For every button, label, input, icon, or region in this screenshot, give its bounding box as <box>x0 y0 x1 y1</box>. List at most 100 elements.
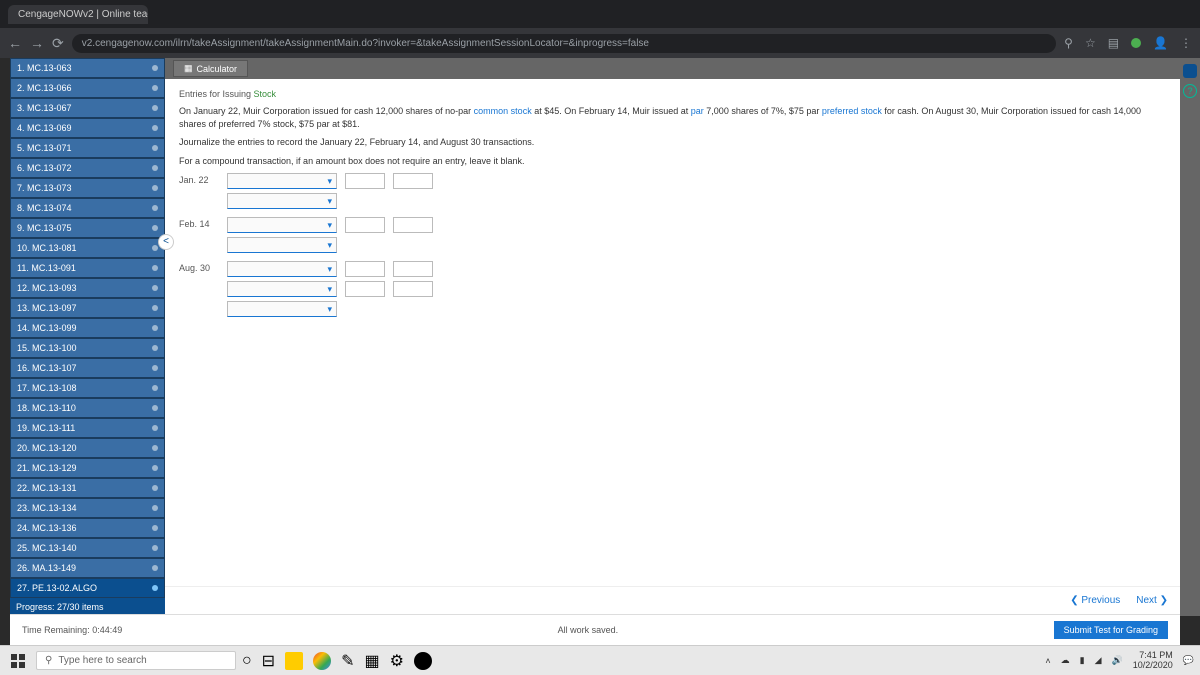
account-dropdown[interactable]: ▾ <box>227 217 337 233</box>
account-dropdown[interactable]: ▾ <box>227 301 337 317</box>
notifications-icon[interactable]: 💬 <box>1183 655 1194 666</box>
extension-icon[interactable]: ▤ <box>1108 36 1119 50</box>
sidebar-item[interactable]: 22. MC.13-131 <box>10 478 165 498</box>
sidebar-item[interactable]: 1. MC.13-063 <box>10 58 165 78</box>
status-dot-icon <box>152 465 158 471</box>
debit-input[interactable] <box>345 281 385 297</box>
status-bar: Time Remaining: 0:44:49 All work saved. … <box>10 614 1180 645</box>
term-par[interactable]: par <box>691 106 704 116</box>
time-remaining: Time Remaining: 0:44:49 <box>22 625 122 635</box>
account-dropdown[interactable]: ▾ <box>227 261 337 277</box>
credit-input[interactable] <box>393 261 433 277</box>
back-button[interactable]: ← <box>8 35 22 51</box>
sidebar-item[interactable]: 9. MC.13-075 <box>10 218 165 238</box>
account-dropdown[interactable]: ▾ <box>227 193 337 209</box>
sidebar-item[interactable]: 12. MC.13-093 <box>10 278 165 298</box>
battery-icon[interactable]: ▮ <box>1080 655 1085 666</box>
steam-icon[interactable] <box>414 652 432 670</box>
sidebar-item-label: 24. MC.13-136 <box>17 523 77 533</box>
reload-button[interactable]: ⟳ <box>52 35 64 52</box>
paragraph-3: For a compound transaction, if an amount… <box>179 155 1166 168</box>
app-icon[interactable]: ✎ <box>341 651 354 671</box>
submit-test-button[interactable]: Submit Test for Grading <box>1054 621 1168 639</box>
previous-button[interactable]: ❮ Previous <box>1070 595 1120 606</box>
sidebar-item[interactable]: 11. MC.13-091 <box>10 258 165 278</box>
account-dropdown[interactable]: ▾ <box>227 281 337 297</box>
onedrive-icon[interactable]: ☁ <box>1061 655 1070 666</box>
sidebar-item[interactable]: 20. MC.13-120 <box>10 438 165 458</box>
star-icon[interactable]: ☆ <box>1085 36 1096 50</box>
help-icon[interactable]: ? <box>1183 84 1197 98</box>
journal-row-feb14: Feb. 14 ▾ ▾ <box>179 217 1166 253</box>
sidebar-item[interactable]: 13. MC.13-097 <box>10 298 165 318</box>
pager: ❮ Previous Next ❯ <box>165 586 1180 614</box>
chevron-down-icon: ▾ <box>327 196 332 207</box>
sidebar-item[interactable]: 10. MC.13-081 <box>10 238 165 258</box>
start-button[interactable] <box>6 649 30 673</box>
credit-input[interactable] <box>393 281 433 297</box>
app-icon[interactable]: ▦ <box>364 651 379 671</box>
term-common-stock[interactable]: common stock <box>474 106 532 116</box>
sidebar-item[interactable]: 24. MC.13-136 <box>10 518 165 538</box>
sidebar-item[interactable]: 17. MC.13-108 <box>10 378 165 398</box>
url-input[interactable]: v2.cengagenow.com/ilrn/takeAssignment/ta… <box>72 34 1056 53</box>
sidebar-item[interactable]: 25. MC.13-140 <box>10 538 165 558</box>
credit-input[interactable] <box>393 217 433 233</box>
sidebar-item[interactable]: 16. MC.13-107 <box>10 358 165 378</box>
sidebar-item[interactable]: 4. MC.13-069 <box>10 118 165 138</box>
chrome-icon[interactable] <box>313 652 331 670</box>
sidebar-item[interactable]: 27. PE.13-02.ALGO <box>10 578 165 598</box>
sidebar-item[interactable]: 7. MC.13-073 <box>10 178 165 198</box>
credit-input[interactable] <box>393 173 433 189</box>
term-preferred-stock[interactable]: preferred stock <box>822 106 882 116</box>
sidebar-item[interactable]: 2. MC.13-066 <box>10 78 165 98</box>
account-dropdown[interactable]: ▾ <box>227 237 337 253</box>
tray-chevron-icon[interactable]: ˄ <box>1045 656 1050 666</box>
sidebar-item-label: 19. MC.13-111 <box>17 423 75 433</box>
term-stock[interactable]: Stock <box>254 89 277 99</box>
sidebar-item-label: 15. MC.13-100 <box>17 343 77 353</box>
next-button[interactable]: Next ❯ <box>1136 595 1168 606</box>
account-dropdown[interactable]: ▾ <box>227 173 337 189</box>
collapse-sidebar-button[interactable]: < <box>158 234 174 250</box>
system-clock[interactable]: 7:41 PM 10/2/2020 <box>1133 651 1173 671</box>
sidebar-item[interactable]: 5. MC.13-071 <box>10 138 165 158</box>
sidebar-item[interactable]: 21. MC.13-129 <box>10 458 165 478</box>
wifi-icon[interactable]: ◢ <box>1095 655 1102 666</box>
sidebar-item[interactable]: 18. MC.13-110 <box>10 398 165 418</box>
question-sidebar[interactable]: 1. MC.13-0632. MC.13-066 3. MC.13-067 4. M… <box>10 58 165 614</box>
sidebar-item-label: 26. MA.13-149 <box>17 563 76 573</box>
volume-icon[interactable]: 🔊 <box>1112 655 1123 666</box>
menu-icon[interactable]: ⋮ <box>1180 36 1192 50</box>
sidebar-item[interactable]: 8. MC.13-074 <box>10 198 165 218</box>
task-view-icon[interactable]: ⊟ <box>262 651 275 671</box>
sidebar-item[interactable]: 14. MC.13-099 <box>10 318 165 338</box>
sidebar-item[interactable]: 6. MC.13-072 <box>10 158 165 178</box>
status-dot-icon <box>152 245 158 251</box>
sidebar-item[interactable]: 26. MA.13-149 <box>10 558 165 578</box>
status-dot-icon[interactable] <box>1131 38 1141 48</box>
dock-app-icon[interactable] <box>1183 64 1197 78</box>
status-dot-icon <box>152 145 158 151</box>
calculator-button[interactable]: ▦ Calculator <box>173 60 248 77</box>
browser-chrome: CengageNOWv2 | Online teac... ← → ⟳ v2.c… <box>0 0 1200 58</box>
debit-input[interactable] <box>345 173 385 189</box>
search-icon[interactable]: ⚲ <box>1064 36 1073 50</box>
debit-input[interactable] <box>345 261 385 277</box>
sidebar-item-label: 3. MC.13-067 <box>17 103 72 113</box>
file-explorer-icon[interactable] <box>285 652 303 670</box>
profile-icon[interactable]: 👤 <box>1153 36 1168 50</box>
sidebar-item[interactable]: 15. MC.13-100 <box>10 338 165 358</box>
settings-icon[interactable]: ⚙ <box>390 651 404 671</box>
status-dot-icon <box>152 85 158 91</box>
app-window: 1. MC.13-0632. MC.13-066 3. MC.13-067 4. M… <box>10 58 1180 645</box>
taskbar-search[interactable]: ⚲ Type here to search <box>36 651 236 670</box>
paragraph-2: Journalize the entries to record the Jan… <box>179 136 1166 149</box>
cortana-icon[interactable]: ○ <box>242 652 252 670</box>
sidebar-item[interactable]: 3. MC.13-067 <box>10 98 165 118</box>
browser-tab[interactable]: CengageNOWv2 | Online teac... <box>8 5 148 24</box>
forward-button[interactable]: → <box>30 35 44 51</box>
debit-input[interactable] <box>345 217 385 233</box>
sidebar-item[interactable]: 23. MC.13-134 <box>10 498 165 518</box>
sidebar-item[interactable]: 19. MC.13-111 <box>10 418 165 438</box>
